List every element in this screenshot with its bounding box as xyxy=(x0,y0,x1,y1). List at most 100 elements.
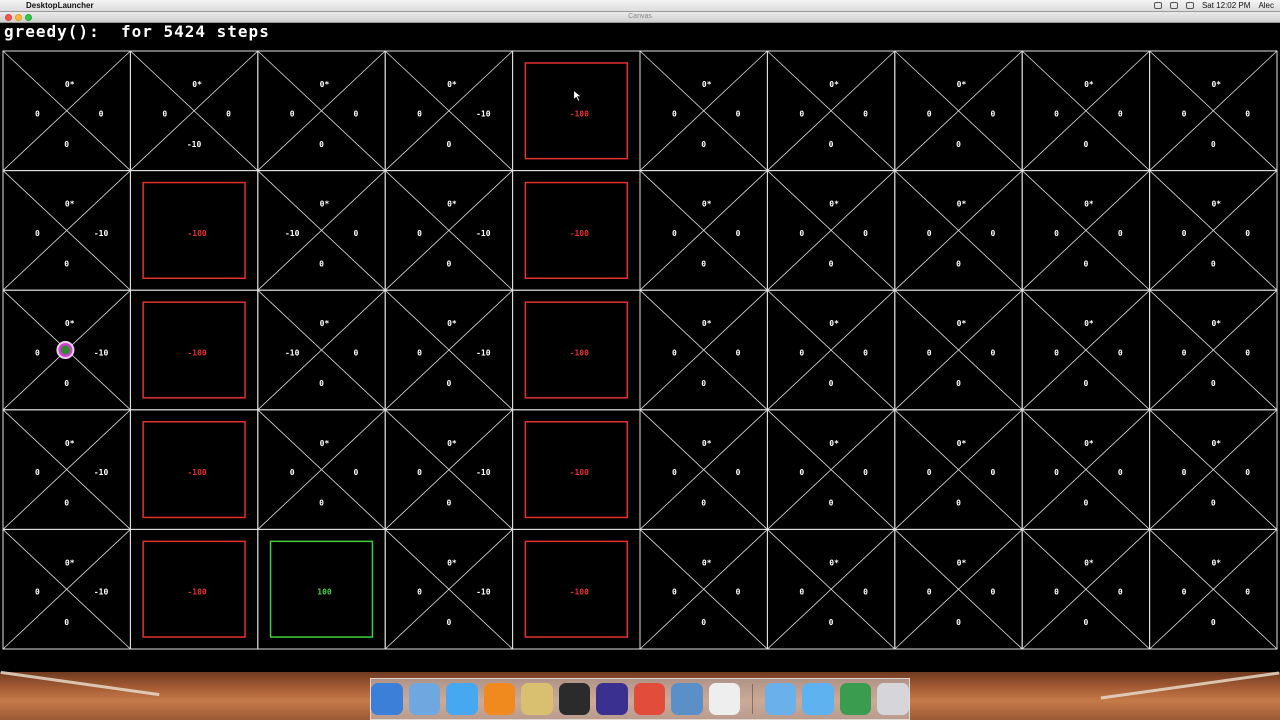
vlc-icon[interactable] xyxy=(483,683,515,715)
q-value-north: 0* xyxy=(65,319,75,328)
q-value-west: 0 xyxy=(417,229,422,238)
q-value-west: 0 xyxy=(1054,468,1059,477)
q-value-south: 0 xyxy=(446,259,451,268)
gridworld-canvas[interactable]: 0*0 000*0 0-100*0 000*0 -100-1000*0 000*0 000*… xyxy=(0,23,1280,673)
network-icon[interactable] xyxy=(671,683,703,715)
q-value-east: 0 xyxy=(736,468,741,477)
q-value-south: 0 xyxy=(956,379,961,388)
q-value-north: 0* xyxy=(702,439,712,448)
q-value-west: 0 xyxy=(35,109,40,118)
wifi-icon[interactable] xyxy=(1169,2,1178,9)
q-value-north: 0* xyxy=(829,80,839,89)
q-value-south: 0 xyxy=(701,259,706,268)
q-value-south: 0 xyxy=(956,499,961,508)
q-value-east: -10 xyxy=(94,468,109,477)
pit-reward-value: -100 xyxy=(570,229,589,238)
q-value-east: 0 xyxy=(990,349,995,358)
spreadsheet-icon[interactable] xyxy=(839,683,872,715)
scissors-icon[interactable] xyxy=(521,683,553,715)
q-value-east: -10 xyxy=(94,229,109,238)
q-value-south: 0 xyxy=(701,140,706,149)
wallpaper-track-line xyxy=(1100,671,1280,700)
messages-icon[interactable] xyxy=(446,683,478,715)
clock[interactable]: Sat 12:02 PM xyxy=(1202,0,1250,11)
q-value-west: -10 xyxy=(285,229,300,238)
q-value-east: 0 xyxy=(1118,229,1123,238)
q-value-south: 0 xyxy=(701,499,706,508)
q-value-east: 0 xyxy=(1118,109,1123,118)
screen-icon[interactable] xyxy=(802,683,834,715)
q-value-west: 0 xyxy=(672,109,677,118)
q-value-west: 0 xyxy=(672,468,677,477)
q-value-west: 0 xyxy=(927,109,932,118)
chrome-icon[interactable] xyxy=(633,683,665,715)
q-value-north: 0* xyxy=(1084,558,1094,567)
q-value-east: -10 xyxy=(476,109,491,118)
q-value-east: 0 xyxy=(1118,588,1123,597)
finder-icon[interactable] xyxy=(371,683,403,715)
q-value-south: 0 xyxy=(446,618,451,627)
terminal-icon[interactable] xyxy=(558,683,590,715)
q-value-west: 0 xyxy=(35,349,40,358)
q-value-west: 0 xyxy=(799,588,804,597)
pit-reward-value: -100 xyxy=(187,588,206,597)
q-value-north: 0* xyxy=(829,558,839,567)
q-value-south: 0 xyxy=(1083,140,1088,149)
q-value-south: -10 xyxy=(187,140,202,149)
q-value-west: 0 xyxy=(35,468,40,477)
q-value-north: 0* xyxy=(447,200,457,209)
q-value-south: 0 xyxy=(1083,618,1088,627)
eclipse-icon[interactable] xyxy=(596,683,628,715)
q-value-north: 0* xyxy=(1084,439,1094,448)
q-value-east: 0 xyxy=(99,109,104,118)
java-icon[interactable] xyxy=(708,683,740,715)
mouse-cursor-icon xyxy=(573,89,582,102)
pit-reward-value: -100 xyxy=(570,468,589,477)
battery-icon[interactable] xyxy=(1153,2,1162,9)
q-value-north: 0* xyxy=(702,80,712,89)
q-value-south: 0 xyxy=(446,379,451,388)
q-value-south: 0 xyxy=(64,499,69,508)
q-value-west: -10 xyxy=(285,349,300,358)
volume-icon[interactable] xyxy=(1185,2,1194,9)
q-value-west: 0 xyxy=(417,588,422,597)
trash-icon[interactable] xyxy=(877,683,909,715)
user-name[interactable]: Alec xyxy=(1258,0,1274,11)
preview-icon[interactable] xyxy=(408,683,440,715)
q-value-north: 0* xyxy=(829,200,839,209)
q-value-north: 0* xyxy=(702,319,712,328)
q-value-south: 0 xyxy=(64,259,69,268)
q-value-south: 0 xyxy=(319,379,324,388)
q-value-west: 0 xyxy=(799,229,804,238)
q-value-west: 0 xyxy=(927,588,932,597)
q-value-north: 0* xyxy=(829,319,839,328)
q-value-west: 0 xyxy=(799,468,804,477)
q-value-north: 0* xyxy=(320,319,330,328)
q-value-south: 0 xyxy=(1211,140,1216,149)
q-value-north: 0* xyxy=(447,558,457,567)
dock xyxy=(370,678,910,720)
algorithm-status-text: greedy(): for 5424 steps xyxy=(4,22,270,41)
q-value-west: 0 xyxy=(672,229,677,238)
q-value-south: 0 xyxy=(1211,259,1216,268)
q-value-east: 0 xyxy=(863,109,868,118)
app-menu-name[interactable]: DesktopLauncher xyxy=(26,0,94,11)
q-value-north: 0* xyxy=(447,439,457,448)
q-value-south: 0 xyxy=(829,499,834,508)
q-value-east: -10 xyxy=(476,468,491,477)
q-value-east: 0 xyxy=(863,229,868,238)
q-value-west: 0 xyxy=(1054,588,1059,597)
q-value-north: 0* xyxy=(1211,319,1221,328)
q-value-east: 0 xyxy=(1245,349,1250,358)
q-value-west: 0 xyxy=(35,229,40,238)
q-value-west: 0 xyxy=(1182,109,1187,118)
folder-icon[interactable] xyxy=(764,683,797,715)
q-value-east: -10 xyxy=(94,349,109,358)
q-value-north: 0* xyxy=(65,80,75,89)
q-value-east: 0 xyxy=(736,229,741,238)
q-value-east: 0 xyxy=(1118,468,1123,477)
q-value-east: -10 xyxy=(94,588,109,597)
q-value-east: 0 xyxy=(1245,229,1250,238)
q-value-south: 0 xyxy=(64,379,69,388)
q-value-north: 0* xyxy=(1084,200,1094,209)
